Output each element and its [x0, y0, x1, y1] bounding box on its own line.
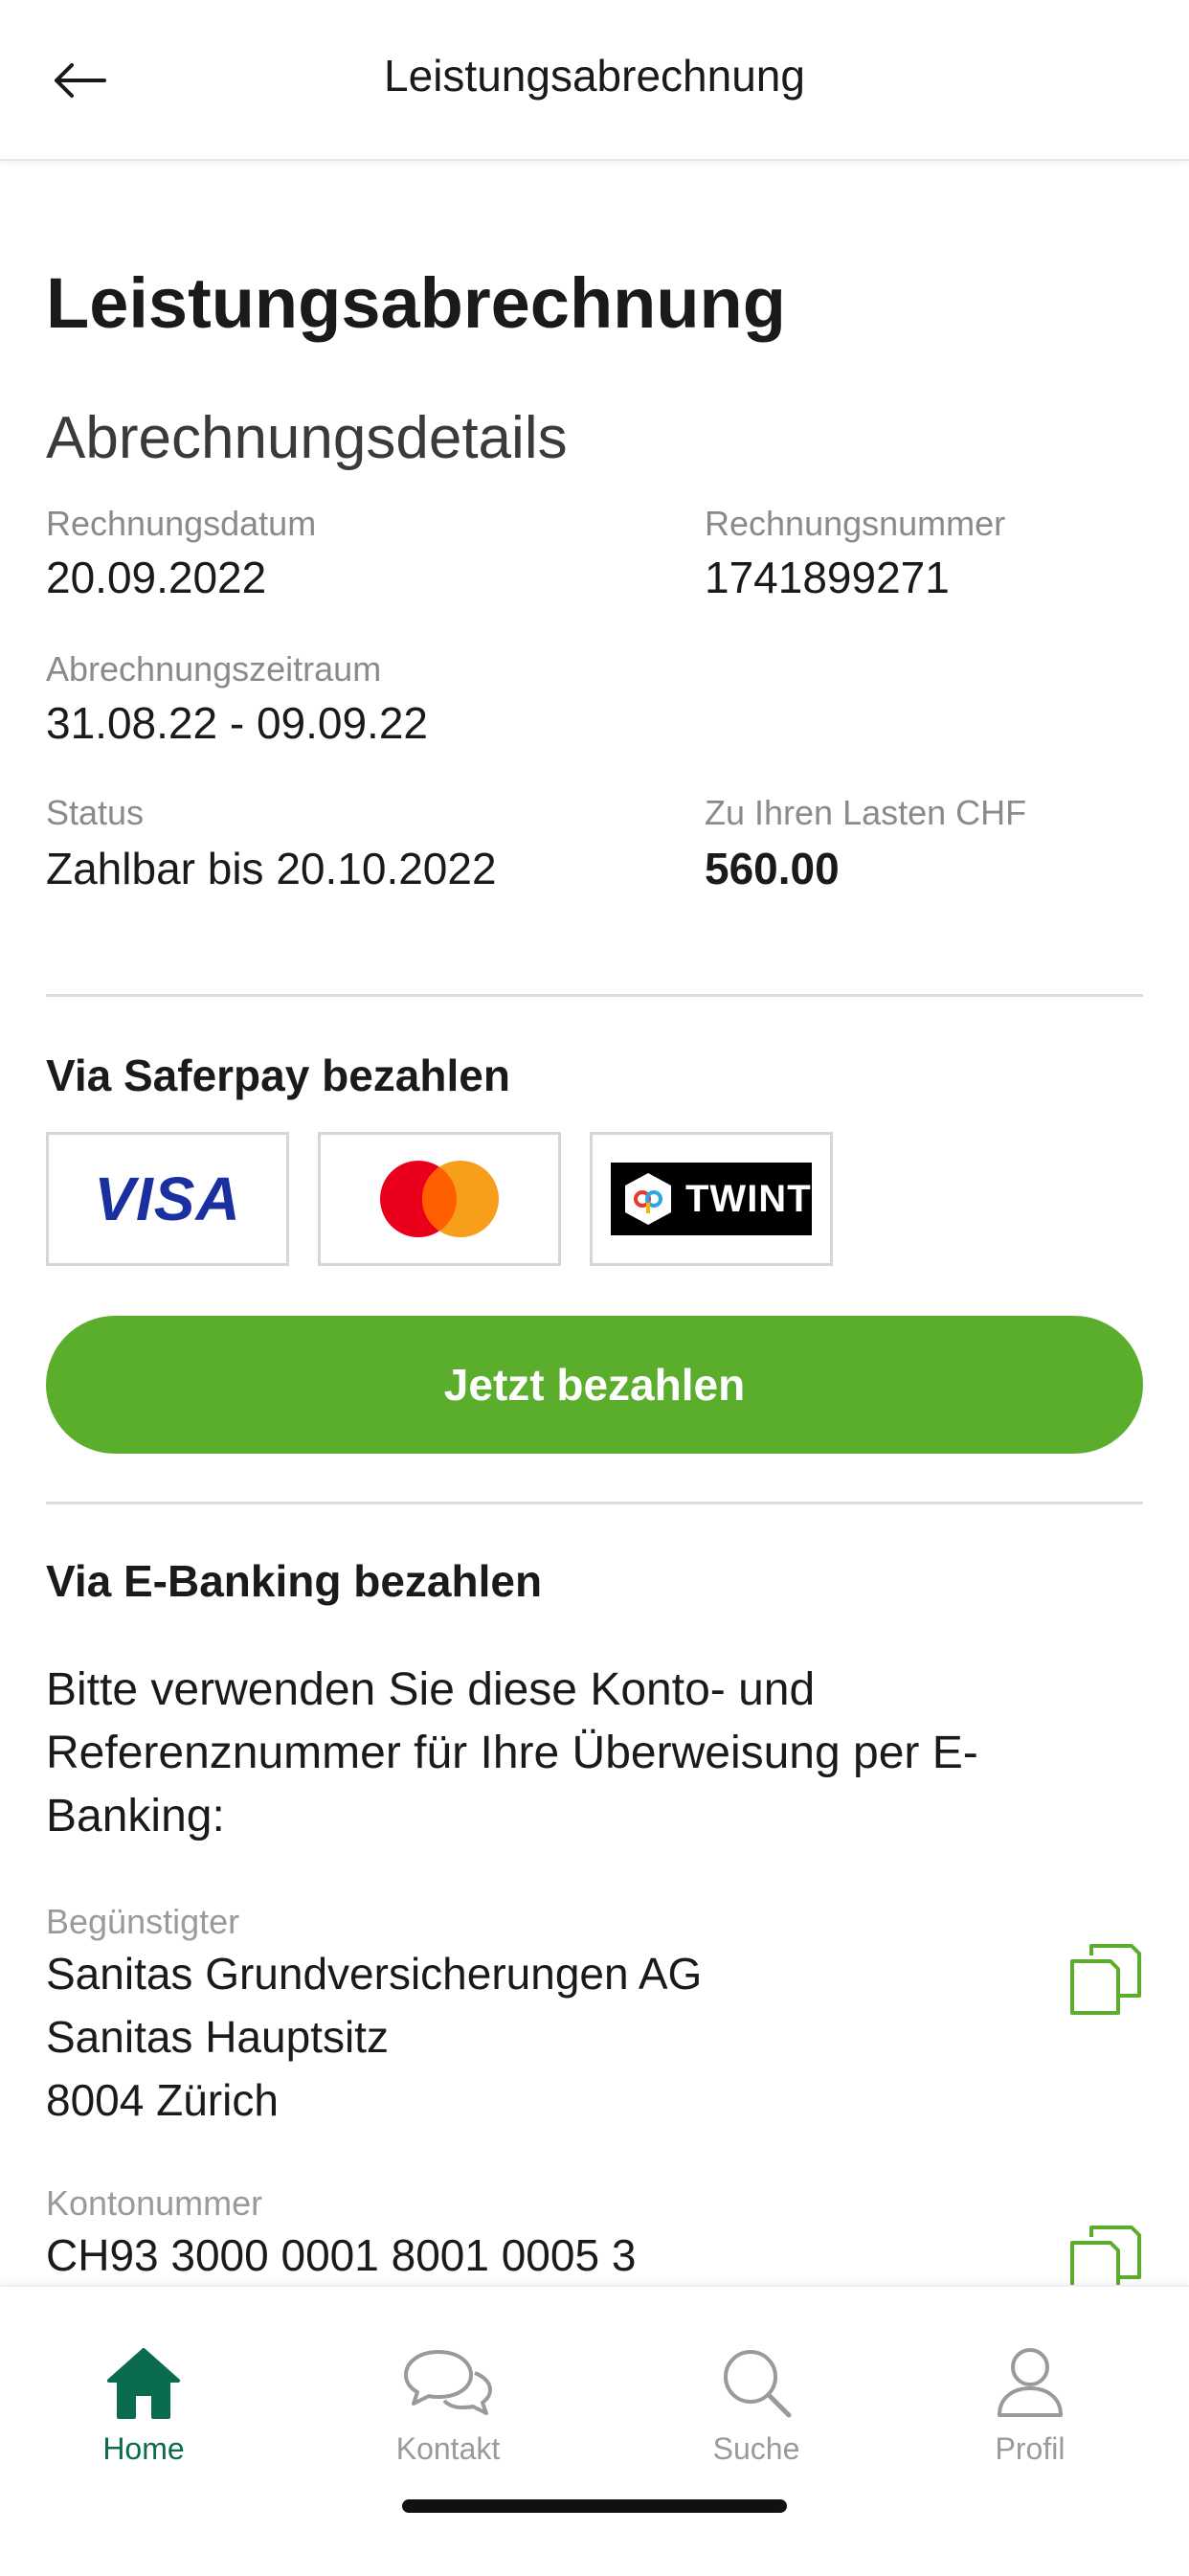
header-title: Leistungsabrechnung: [384, 51, 805, 101]
twint-symbol-icon: [625, 1173, 671, 1225]
home-icon: [107, 2348, 180, 2419]
mastercard-logo: [380, 1161, 499, 1237]
nav-search-label: Suche: [712, 2431, 800, 2466]
amount-value: 560.00: [705, 844, 840, 893]
bottom-navigation: Home Kontakt Suche Profil: [0, 2285, 1189, 2576]
divider: [46, 994, 1143, 997]
beneficiary-line-2: Sanitas Hauptsitz: [46, 2012, 389, 2062]
status-value: Zahlbar bis 20.10.2022: [46, 844, 497, 893]
invoice-number-label: Rechnungsnummer: [705, 504, 1006, 543]
search-icon: [724, 2350, 792, 2418]
invoice-date-value: 20.09.2022: [46, 553, 267, 602]
nav-profile-label: Profil: [995, 2431, 1066, 2466]
twint-option[interactable]: TWINT: [590, 1132, 833, 1266]
mastercard-option[interactable]: [318, 1132, 561, 1266]
copy-beneficiary-button[interactable]: [1066, 1940, 1143, 2017]
app-header: Leistungsabrechnung: [0, 0, 1189, 161]
divider: [46, 1502, 1143, 1504]
nav-home-label: Home: [102, 2431, 185, 2466]
nav-profile[interactable]: Profil: [934, 2344, 1126, 2467]
account-label: Kontonummer: [46, 2183, 263, 2223]
page-title: Leistungsabrechnung: [46, 263, 786, 343]
invoice-date-label: Rechnungsdatum: [46, 504, 317, 543]
ebanking-heading: Via E-Banking bezahlen: [46, 1556, 543, 1606]
nav-contact[interactable]: Kontakt: [352, 2344, 544, 2467]
beneficiary-line-1: Sanitas Grundversicherungen AG: [46, 1949, 703, 1999]
ebanking-instructions: Bitte verwenden Sie diese Konto- und Ref…: [46, 1664, 978, 1842]
period-label: Abrechnungszeitraum: [46, 649, 382, 689]
visa-logo: VISA: [94, 1164, 241, 1233]
beneficiary-label: Begünstigter: [46, 1902, 240, 1941]
nav-home[interactable]: Home: [48, 2344, 239, 2467]
invoice-number-value: 1741899271: [705, 553, 950, 602]
visa-option[interactable]: VISA: [46, 1132, 289, 1266]
chat-icon: [404, 2350, 492, 2415]
twint-logo: TWINT: [611, 1163, 812, 1235]
pay-now-button[interactable]: Jetzt bezahlen: [46, 1316, 1143, 1454]
status-label: Status: [46, 793, 145, 832]
nav-contact-label: Kontakt: [395, 2431, 501, 2466]
section-subtitle: Abrechnungsdetails: [46, 405, 568, 471]
nav-search[interactable]: Suche: [661, 2344, 852, 2467]
twint-label: TWINT: [685, 1177, 812, 1220]
user-icon: [998, 2348, 1063, 2417]
period-value: 31.08.22 - 09.09.22: [46, 698, 428, 748]
copy-icon: [1070, 1944, 1141, 2015]
beneficiary-line-3: 8004 Zürich: [46, 2075, 279, 2125]
saferpay-heading: Via Saferpay bezahlen: [46, 1051, 510, 1100]
account-value: CH93 3000 0001 8001 0005 3: [46, 2230, 637, 2280]
home-indicator: [402, 2499, 787, 2513]
amount-label: Zu Ihren Lasten CHF: [705, 793, 1027, 832]
